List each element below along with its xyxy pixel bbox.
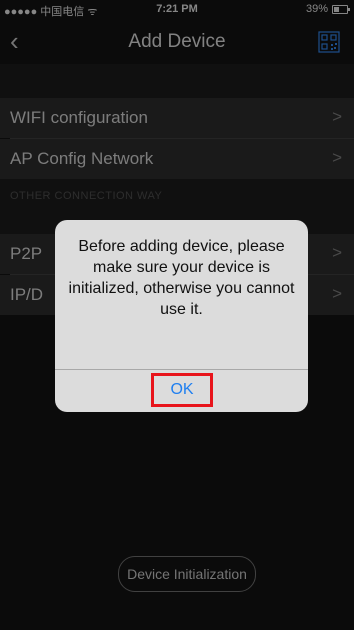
alert-dialog: Before adding device, please make sure y… — [55, 220, 308, 412]
add-device-screen: ●●●●● 中国电信 ᯤ 7:21 PM 39% ‹ Add Device WI… — [0, 0, 354, 630]
ok-button[interactable]: OK — [151, 373, 213, 407]
alert-message: Before adding device, please make sure y… — [68, 238, 295, 318]
alert-divider — [55, 369, 308, 370]
